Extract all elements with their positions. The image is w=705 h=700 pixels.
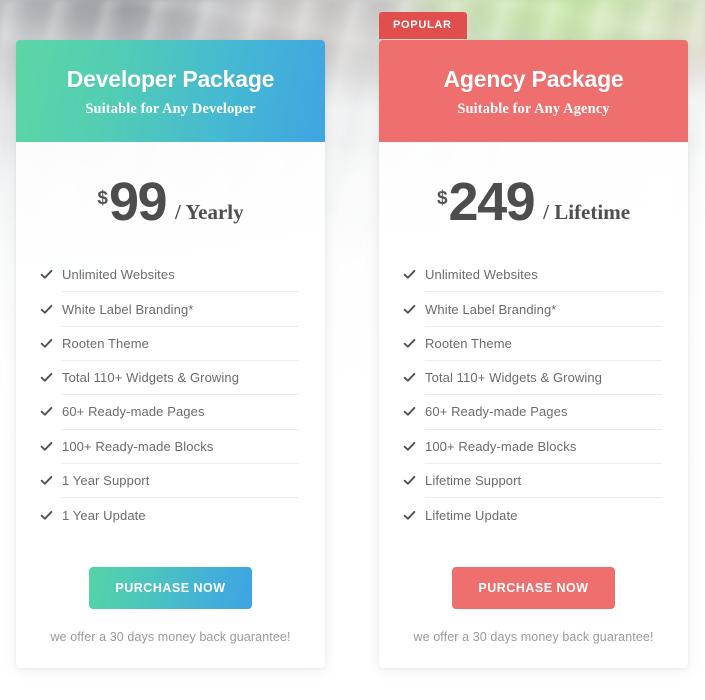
package-title: Agency Package [443, 66, 624, 92]
feature-label: Total 110+ Widgets & Growing [62, 370, 240, 386]
feature-label: Total 110+ Widgets & Growing [425, 370, 603, 386]
feature-label: 100+ Ready-made Blocks [62, 438, 214, 454]
check-icon [40, 268, 53, 281]
list-item: 60+ Ready-made Pages [403, 395, 662, 430]
card-header: Agency Package Suitable for Any Agency [379, 40, 688, 143]
feature-label: Rooten Theme [62, 335, 149, 351]
list-item: 60+ Ready-made Pages [40, 395, 299, 430]
list-item: Lifetime Support [403, 464, 662, 499]
list-item: 1 Year Update [40, 498, 299, 532]
price-amount: 99 [108, 172, 168, 233]
guarantee-text: we offer a 30 days money back guarantee! [50, 630, 291, 644]
feature-list: Unlimited Websites White Label Branding*… [379, 258, 688, 537]
feature-label: Unlimited Websites [425, 267, 538, 283]
check-icon [403, 303, 416, 316]
price-period: / Lifetime [543, 200, 631, 225]
card-footer: PURCHASE NOW we offer a 30 days money ba… [379, 537, 688, 668]
check-icon [40, 509, 53, 522]
feature-label: 1 Year Update [62, 507, 146, 523]
feature-label: 100+ Ready-made Blocks [425, 438, 577, 454]
feature-label: Lifetime Update [425, 507, 518, 523]
card-footer: PURCHASE NOW we offer a 30 days money ba… [16, 537, 325, 668]
check-icon [40, 303, 53, 316]
check-icon [403, 371, 416, 384]
list-item: Unlimited Websites [403, 258, 662, 293]
check-icon [403, 509, 416, 522]
check-icon [40, 440, 53, 453]
pricing-card-developer: Developer Package Suitable for Any Devel… [16, 40, 325, 668]
popular-badge: POPULAR [379, 12, 467, 39]
price-block: $ 249 / Lifetime [379, 142, 688, 258]
pricing-table: Developer Package Suitable for Any Devel… [0, 0, 705, 668]
purchase-now-button[interactable]: PURCHASE NOW [452, 567, 615, 609]
package-title: Developer Package [66, 66, 275, 92]
check-icon [40, 474, 53, 487]
check-icon [403, 268, 416, 281]
list-item: 1 Year Support [40, 464, 299, 499]
check-icon [403, 440, 416, 453]
pricing-card-agency: POPULAR Agency Package Suitable for Any … [379, 12, 688, 668]
price-period: / Yearly [175, 200, 244, 225]
list-item: Lifetime Update [403, 498, 662, 532]
price-amount: 249 [448, 172, 536, 233]
list-item: Unlimited Websites [40, 258, 299, 293]
feature-label: 1 Year Support [62, 473, 150, 489]
list-item: White Label Branding* [40, 292, 299, 327]
price-block: $ 99 / Yearly [16, 142, 325, 258]
feature-label: Unlimited Websites [62, 267, 175, 283]
currency-symbol: $ [97, 188, 108, 210]
guarantee-text: we offer a 30 days money back guarantee! [413, 630, 654, 644]
feature-label: 60+ Ready-made Pages [62, 404, 205, 420]
check-icon [403, 405, 416, 418]
feature-list: Unlimited Websites White Label Branding*… [16, 258, 325, 537]
list-item: 100+ Ready-made Blocks [403, 430, 662, 464]
check-icon [40, 405, 53, 418]
package-subtitle: Suitable for Any Developer [85, 101, 256, 118]
feature-label: 60+ Ready-made Pages [425, 404, 568, 420]
list-item: Total 110+ Widgets & Growing [403, 361, 662, 396]
feature-label: White Label Branding* [62, 301, 194, 317]
card-header: Developer Package Suitable for Any Devel… [16, 40, 325, 143]
package-subtitle: Suitable for Any Agency [457, 101, 610, 118]
check-icon [40, 371, 53, 384]
purchase-now-button[interactable]: PURCHASE NOW [89, 567, 252, 609]
currency-symbol: $ [436, 188, 448, 210]
list-item: 100+ Ready-made Blocks [40, 430, 299, 464]
check-icon [403, 337, 416, 350]
list-item: Rooten Theme [403, 327, 662, 361]
feature-label: Rooten Theme [425, 335, 512, 351]
list-item: Rooten Theme [40, 327, 299, 361]
check-icon [40, 337, 53, 350]
check-icon [403, 474, 416, 487]
list-item: White Label Branding* [403, 292, 662, 327]
feature-label: Lifetime Support [425, 473, 522, 489]
feature-label: White Label Branding* [425, 301, 557, 317]
list-item: Total 110+ Widgets & Growing [40, 361, 299, 396]
